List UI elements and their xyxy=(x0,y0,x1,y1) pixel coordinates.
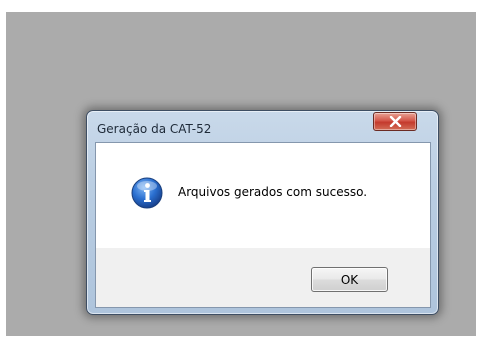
information-icon xyxy=(131,177,163,209)
dialog-message: Arquivos gerados com sucesso. xyxy=(178,185,368,199)
dialog-titlebar[interactable]: Geração da CAT-52 xyxy=(87,111,438,141)
ok-button[interactable]: OK xyxy=(311,267,388,292)
message-dialog: Geração da CAT-52 Arquivos gerados com s… xyxy=(86,110,439,315)
screen: Geração da CAT-52 Arquivos gerados com s… xyxy=(0,0,482,349)
close-icon xyxy=(389,116,402,127)
dialog-content: Arquivos gerados com sucesso. OK xyxy=(95,142,431,308)
dialog-title: Geração da CAT-52 xyxy=(97,122,212,136)
close-button[interactable] xyxy=(373,112,417,131)
